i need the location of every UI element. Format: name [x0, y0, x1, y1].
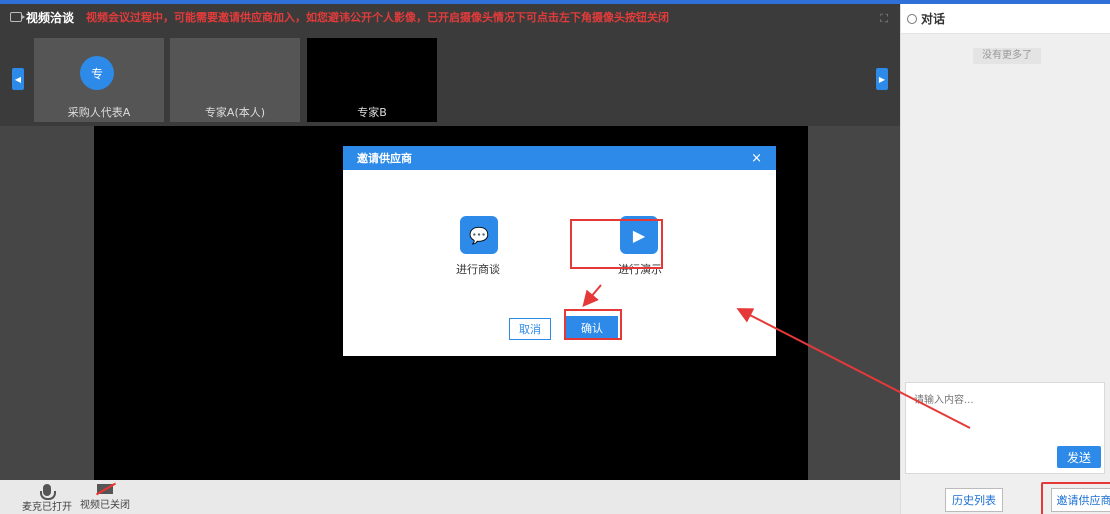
- participant-tile[interactable]: 专家A(本人): [170, 38, 300, 122]
- dialog-header: 邀请供应商 ×: [343, 146, 776, 170]
- avatar: 专: [80, 56, 114, 90]
- video-camera-icon: [10, 12, 25, 22]
- no-more-messages: 没有更多了: [973, 48, 1041, 64]
- invite-supplier-dialog: 邀请供应商 × 💬 进行商谈 ▶ 进行演示 取消 确认: [343, 146, 776, 356]
- scroll-left-button[interactable]: ◀: [12, 68, 24, 90]
- dialog-title: 邀请供应商: [357, 152, 412, 165]
- chat-header: 对话: [901, 4, 1110, 34]
- fullscreen-icon[interactable]: ⛶: [880, 12, 888, 26]
- mic-toggle[interactable]: 麦克已打开: [22, 484, 72, 513]
- camera-status: 视频已关闭: [80, 500, 130, 511]
- chat-icon: [907, 13, 917, 24]
- send-button[interactable]: 发送: [1057, 446, 1101, 468]
- close-icon[interactable]: ×: [751, 151, 762, 166]
- video-topbar: 视频洽谈 视频会议过程中，可能需要邀请供应商加入，如您避讳公开个人影像，已开启摄…: [0, 4, 900, 30]
- cancel-button[interactable]: 取消: [509, 318, 551, 340]
- participant-name: 专家A(本人): [204, 106, 266, 119]
- participant-tile[interactable]: 专家B: [307, 38, 437, 122]
- participant-strip: ◀ 专 采购人代表A 专家A(本人) 专家B ▶: [0, 30, 900, 126]
- camera-off-icon: [97, 484, 113, 494]
- camera-toggle[interactable]: 视频已关闭: [80, 484, 130, 511]
- chat-bubble-icon[interactable]: 💬: [460, 216, 498, 254]
- privacy-notice: 视频会议过程中，可能需要邀请供应商加入，如您避讳公开个人影像，已开启摄像头情况下…: [86, 11, 670, 24]
- invite-highlight-box: [1041, 482, 1110, 514]
- microphone-icon: [40, 484, 56, 500]
- chat-title: 对话: [921, 12, 946, 26]
- participant-tile[interactable]: 专 采购人代表A: [34, 38, 164, 122]
- participant-name: 专家B: [357, 106, 387, 119]
- video-title: 视频洽谈: [26, 10, 75, 25]
- mic-status: 麦克已打开: [22, 502, 72, 513]
- history-list-button[interactable]: 历史列表: [945, 488, 1003, 512]
- chat-panel: 对话 没有更多了 发送 历史列表 邀请供应商: [900, 4, 1110, 514]
- option-negotiate-label[interactable]: 进行商谈: [456, 261, 500, 277]
- confirm-highlight-box: [564, 309, 622, 340]
- scroll-right-button[interactable]: ▶: [876, 68, 888, 90]
- participant-name: 采购人代表A: [67, 106, 131, 119]
- present-highlight-box: [570, 219, 663, 269]
- media-controls: 麦克已打开 视频已关闭: [0, 480, 900, 514]
